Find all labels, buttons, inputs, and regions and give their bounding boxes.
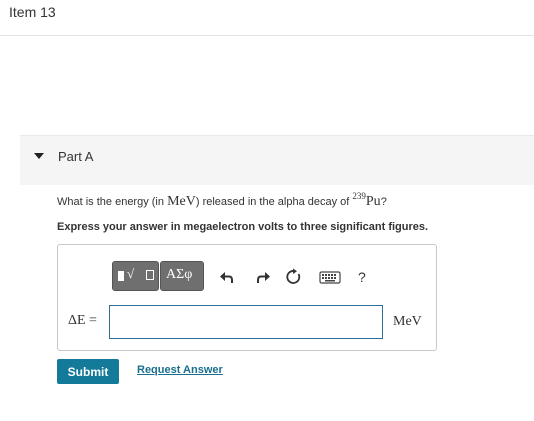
answer-input[interactable] xyxy=(109,305,383,339)
answer-variable-label: ΔE = xyxy=(68,313,97,328)
instruction-text: Express your answer in megaelectron volt… xyxy=(57,221,429,233)
question-middle: ) released in the alpha decay of xyxy=(195,196,353,208)
keyboard-icon[interactable] xyxy=(319,268,341,286)
request-answer-link[interactable]: Request Answer xyxy=(137,364,223,376)
question-prefix: What is the energy (in xyxy=(57,196,168,208)
isotope-element: Pu xyxy=(365,194,381,209)
answer-box: √ ΑΣφ ? ΔE = MeV xyxy=(57,244,437,351)
symbols-button[interactable]: ΑΣφ xyxy=(160,261,204,291)
greek-symbols-label: ΑΣφ xyxy=(166,267,193,282)
empty-box-icon xyxy=(146,270,154,280)
question-suffix: ? xyxy=(380,196,387,208)
answer-unit: MeV xyxy=(393,314,422,329)
item-title: Item 13 xyxy=(9,4,56,20)
item-header: Item 13 xyxy=(0,0,534,36)
question-unit: MeV xyxy=(167,194,196,209)
redo-icon[interactable] xyxy=(254,268,272,286)
templates-button[interactable]: √ xyxy=(112,261,159,291)
isotope-mass-number: 239 xyxy=(352,191,366,201)
undo-icon[interactable] xyxy=(218,268,236,286)
help-icon[interactable]: ? xyxy=(358,269,366,285)
collapse-caret-icon[interactable] xyxy=(34,153,44,159)
submit-button[interactable]: Submit xyxy=(57,359,119,384)
root-template-icon: √ xyxy=(127,266,135,281)
part-a-header[interactable]: Part A xyxy=(20,135,534,185)
template-block-icon xyxy=(118,271,124,281)
reset-icon[interactable] xyxy=(285,268,303,286)
question-text: What is the energy (in MeV) released in … xyxy=(57,191,387,210)
part-label: Part A xyxy=(58,149,94,164)
